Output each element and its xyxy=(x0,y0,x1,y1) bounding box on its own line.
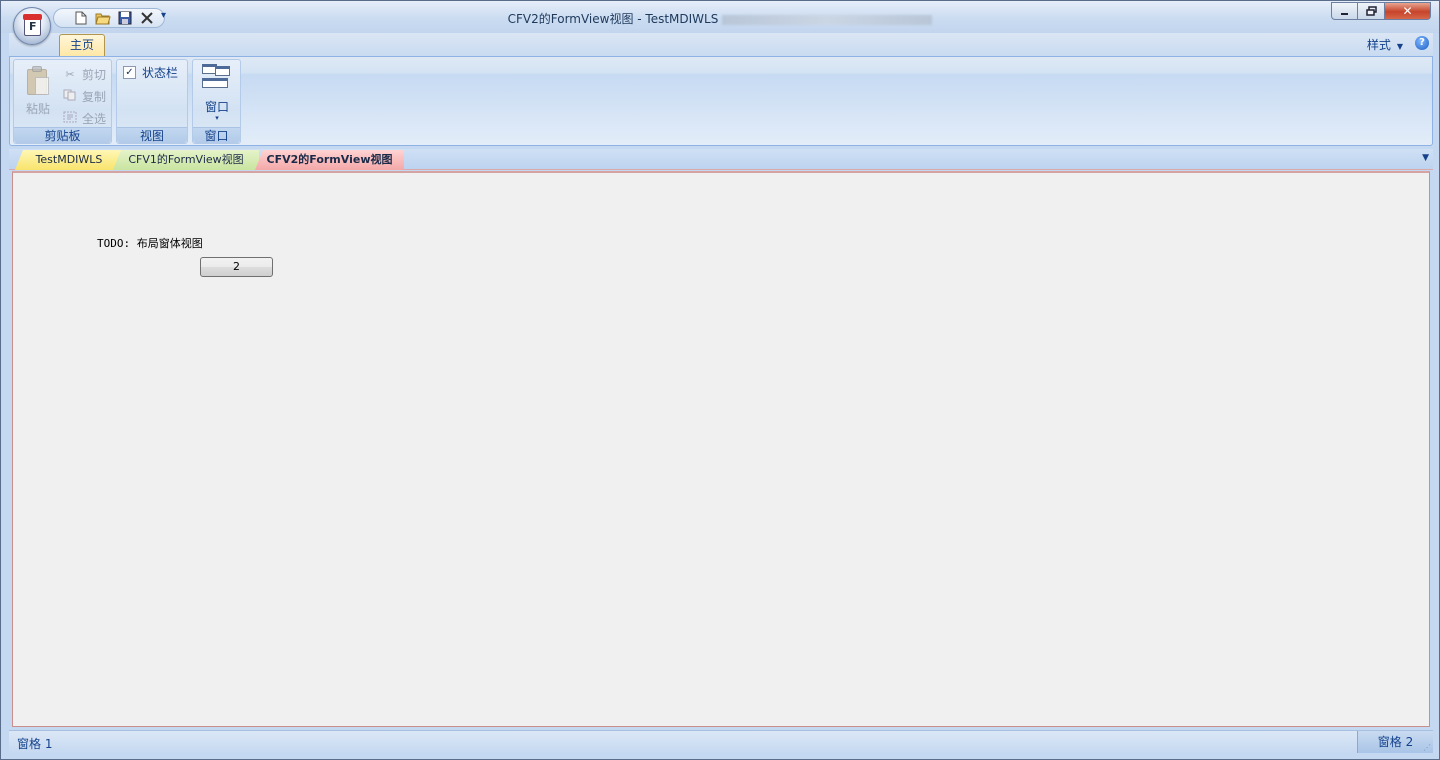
status-bar-checkbox[interactable]: ✓ 状态栏 xyxy=(123,64,178,81)
blurred-title-suffix xyxy=(722,14,933,25)
copy-button[interactable]: 复制 xyxy=(62,85,106,107)
cut-button[interactable]: ✂ 剪切 xyxy=(62,63,106,85)
clipboard-small-buttons: ✂ 剪切 复制 全选 xyxy=(62,63,106,129)
paste-label: 粘贴 xyxy=(25,102,50,116)
close-button[interactable]: ✕ xyxy=(1385,2,1431,20)
todo-label: TODO: 布局窗体视图 xyxy=(97,237,203,250)
mdi-tab-testmdiwls[interactable]: TestMDIWLS xyxy=(15,150,123,170)
form-view: TODO: 布局窗体视图 2 xyxy=(12,171,1430,727)
form-button[interactable]: 2 xyxy=(200,257,273,277)
ribbon-tab-row: 主页 样式 ▼ ? xyxy=(9,33,1433,56)
resize-grip-icon[interactable]: ⋰ xyxy=(1423,743,1433,753)
scissors-icon: ✂ xyxy=(65,67,75,81)
status-bar-checkbox-label: 状态栏 xyxy=(142,66,179,80)
maximize-button[interactable] xyxy=(1358,2,1385,20)
window-button-label: 窗口 xyxy=(204,100,229,114)
application-menu-button[interactable]: F xyxy=(13,7,51,45)
mdi-tab-cfv1[interactable]: CFV1的FormView视图 xyxy=(113,150,259,170)
minimize-button[interactable] xyxy=(1331,2,1358,20)
window-controls: ✕ xyxy=(1331,2,1431,20)
checkmark-icon[interactable]: ✓ xyxy=(123,66,136,79)
window-title: CFV2的FormView视图 - TestMDIWLS xyxy=(1,10,1439,27)
style-menu[interactable]: 样式 ▼ xyxy=(1367,36,1403,53)
window-dropdown-button[interactable]: 窗口 ▾ xyxy=(198,64,236,122)
window-group: 窗口 ▾ 窗口 xyxy=(192,59,241,144)
tab-home[interactable]: 主页 xyxy=(59,34,105,56)
title-bar: ▾ CFV2的FormView视图 - TestMDIWLS ✕ xyxy=(1,1,1439,33)
paste-button[interactable]: 粘贴 xyxy=(20,62,56,122)
chevron-down-icon: ▼ xyxy=(1396,42,1403,51)
ribbon-panel: 粘贴 ✂ 剪切 复制 全选 剪贴板 ✓ 状态栏 视图 窗口 ▾ 窗口 xyxy=(9,56,1433,146)
status-pane-1: 窗格 1 xyxy=(17,737,53,751)
application-window: ▾ CFV2的FormView视图 - TestMDIWLS ✕ F 主页 样式… xyxy=(0,0,1440,760)
clipboard-group-label: 剪贴板 xyxy=(14,127,111,143)
tabs-dropdown-icon[interactable]: ▼ xyxy=(1422,153,1429,163)
window-group-label: 窗口 xyxy=(193,127,240,143)
window-title-text: CFV2的FormView视图 - TestMDIWLS xyxy=(507,12,719,26)
mdi-tab-cfv2[interactable]: CFV2的FormView视图 xyxy=(255,150,404,170)
paste-icon xyxy=(25,66,51,98)
clipboard-group: 粘贴 ✂ 剪切 复制 全选 剪贴板 xyxy=(13,59,112,144)
copy-icon xyxy=(62,89,78,104)
view-group-label: 视图 xyxy=(117,127,187,143)
status-bar: 窗格 1 窗格 2 ⋰ xyxy=(9,730,1433,753)
status-pane-2: 窗格 2 xyxy=(1357,731,1433,753)
view-group: ✓ 状态栏 视图 xyxy=(116,59,188,144)
dropdown-arrow-icon: ▾ xyxy=(215,114,219,122)
help-icon[interactable]: ? xyxy=(1415,36,1429,50)
mdi-tab-bar: TestMDIWLS CFV1的FormView视图 CFV2的FormView… xyxy=(9,149,1433,170)
app-icon: F xyxy=(23,14,42,36)
select-all-button[interactable]: 全选 xyxy=(62,107,106,129)
windows-icon xyxy=(202,64,232,90)
select-all-icon xyxy=(62,111,78,126)
